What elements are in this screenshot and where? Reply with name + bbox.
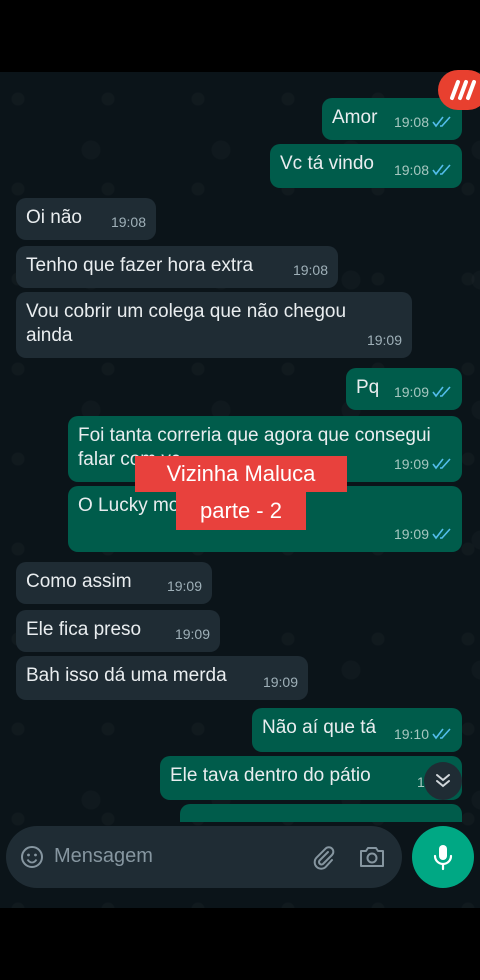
message-text: Pq: [356, 377, 380, 398]
message-meta: 19:09: [263, 670, 298, 694]
message-bubble-outgoing[interactable]: Não aí que tá 19:10: [252, 708, 462, 752]
attach-icon[interactable]: [310, 844, 336, 870]
camera-icon[interactable]: [358, 844, 386, 870]
read-ticks-icon: [432, 164, 451, 176]
message-time: 19:09: [393, 384, 429, 400]
emoji-icon[interactable]: [20, 845, 44, 869]
app-logo-icon: [438, 70, 480, 110]
message-bubble-incoming[interactable]: Bah isso dá uma merda 19:09: [16, 656, 308, 700]
message-time: 19:10: [393, 726, 429, 742]
message-text: Ele fica preso: [26, 619, 142, 640]
message-input-placeholder[interactable]: Mensagem: [54, 845, 153, 868]
read-ticks-icon: [432, 728, 451, 740]
read-ticks-icon: [432, 458, 451, 470]
message-meta: 19:09: [167, 574, 202, 598]
message-bubble-incoming[interactable]: Como assim 19:09: [16, 562, 212, 604]
message-text: Amor: [332, 107, 378, 128]
message-meta: 19:09: [394, 380, 452, 404]
message-meta: 19:09: [367, 328, 402, 352]
message-time: 19:09: [262, 674, 298, 690]
message-time: 19:09: [393, 456, 429, 472]
message-time: 19:09: [174, 626, 210, 642]
scroll-down-button[interactable]: [424, 762, 462, 800]
message-time: 19:08: [292, 262, 328, 278]
message-bubble-outgoing[interactable]: Pq 19:09: [346, 368, 462, 410]
message-time: 19:09: [166, 578, 202, 594]
message-input-bar[interactable]: Mensagem: [6, 826, 402, 888]
message-meta: 19:08: [111, 210, 146, 234]
message-meta: 19:09: [394, 522, 452, 546]
message-time: 19:09: [366, 332, 402, 348]
message-bubble-outgoing[interactable]: Amor 19:08: [322, 98, 462, 140]
message-bubble-outgoing-partial[interactable]: [180, 804, 462, 822]
message-text: Vou cobrir um colega que não chegou aind…: [26, 301, 347, 346]
message-meta: 19:09: [175, 622, 210, 646]
message-text: Vc tá vindo: [280, 153, 374, 174]
message-text: Ele tava dentro do pátio: [170, 765, 371, 786]
message-time: 19:08: [393, 162, 429, 178]
message-bubble-incoming[interactable]: Ele fica preso 19:09: [16, 610, 220, 652]
message-bubble-incoming[interactable]: Vou cobrir um colega que não chegou aind…: [16, 292, 412, 358]
video-subtitle-overlay: parte - 2: [176, 492, 306, 530]
message-meta: 19:08: [394, 158, 452, 182]
mic-button[interactable]: [412, 826, 474, 888]
read-ticks-icon: [432, 528, 451, 540]
message-text: Bah isso dá uma merda: [26, 665, 227, 686]
mic-icon: [433, 845, 453, 871]
message-time: 19:08: [393, 114, 429, 130]
read-ticks-icon: [432, 386, 451, 398]
read-ticks-icon: [432, 116, 451, 128]
message-time: 19:08: [110, 214, 146, 230]
message-time: 19:09: [393, 526, 429, 542]
message-meta: 19:08: [293, 258, 328, 282]
message-text: Não aí que tá: [262, 717, 377, 738]
message-bubble-outgoing[interactable]: Vc tá vindo 19:08: [270, 144, 462, 188]
scroll-down-icon: [436, 774, 450, 788]
message-text: Como assim: [26, 571, 132, 592]
message-bubble-incoming[interactable]: Tenho que fazer hora extra 19:08: [16, 246, 338, 288]
message-meta: 19:09: [394, 452, 452, 476]
video-title-overlay: Vizinha Maluca: [135, 456, 347, 492]
message-bubble-incoming[interactable]: Oi não 19:08: [16, 198, 156, 240]
message-text: Tenho que fazer hora extra: [26, 255, 254, 276]
message-text: Oi não: [26, 207, 82, 228]
message-bubble-outgoing[interactable]: Ele tava dentro do pátio 19:10: [160, 756, 462, 800]
message-meta: 19:08: [394, 110, 452, 134]
app-logo-mark: [450, 80, 476, 100]
message-list[interactable]: Amor 19:08 Vc tá vindo 19:08 Oi não 19:0…: [0, 72, 480, 822]
message-meta: 19:10: [394, 722, 452, 746]
